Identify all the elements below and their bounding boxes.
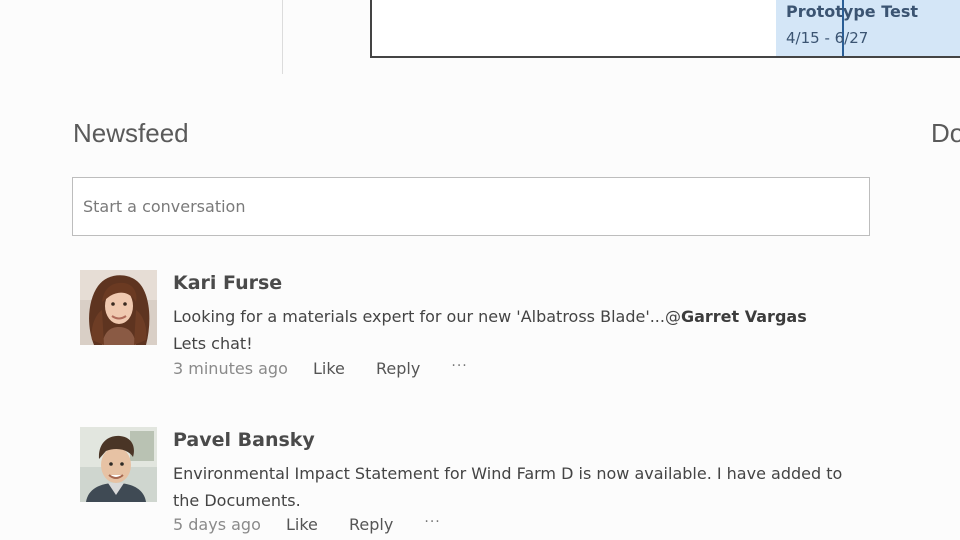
reply-button[interactable]: Reply: [376, 359, 420, 378]
post-author[interactable]: Kari Furse: [173, 272, 282, 294]
conversation-box[interactable]: [72, 177, 870, 236]
post-timestamp: 3 minutes ago: [173, 359, 288, 378]
post-text-part: Looking for a materials expert for our n…: [173, 307, 681, 326]
like-button[interactable]: Like: [286, 515, 318, 534]
post-meta: 3 minutes ago Like Reply ···: [173, 358, 468, 378]
avatar[interactable]: [80, 427, 157, 502]
mention-link[interactable]: Garret Vargas: [681, 307, 807, 326]
like-button[interactable]: Like: [313, 359, 345, 378]
divider: [282, 0, 283, 74]
post-text: Environmental Impact Statement for Wind …: [173, 464, 843, 510]
timeline-task-dates: 4/15 - 6/27: [786, 29, 869, 47]
newsfeed-title: Newsfeed: [73, 118, 189, 148]
post-meta: 5 days ago Like Reply ···: [173, 514, 441, 534]
timeline-task-title: Prototype Test: [786, 2, 919, 21]
page: Prototype Test 4/15 - 6/27 Newsfeed Do K…: [0, 0, 960, 540]
avatar[interactable]: [80, 270, 157, 345]
post-timestamp: 5 days ago: [173, 515, 261, 534]
avatar-image: [80, 427, 157, 502]
conversation-input[interactable]: [73, 178, 869, 235]
post-text: Looking for a materials expert for our n…: [173, 303, 873, 357]
post-author[interactable]: Pavel Bansky: [173, 429, 315, 451]
post-text-part: Lets chat!: [173, 334, 253, 353]
more-options-icon[interactable]: ···: [451, 358, 467, 374]
avatar-image: [80, 270, 157, 345]
documents-title: Do: [931, 118, 960, 148]
reply-button[interactable]: Reply: [349, 515, 393, 534]
more-options-icon[interactable]: ···: [424, 514, 440, 530]
